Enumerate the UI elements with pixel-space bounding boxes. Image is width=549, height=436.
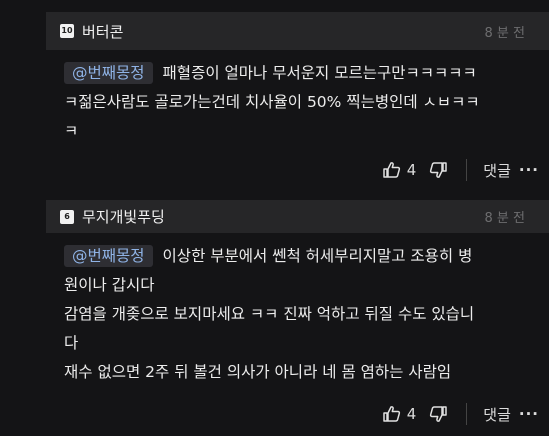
comment-line: ㅋ xyxy=(64,122,79,140)
reply-button[interactable]: 댓글 xyxy=(483,160,511,181)
mention-tag[interactable]: @번째몽정 xyxy=(64,245,153,267)
more-dots-icon[interactable]: ··· xyxy=(519,405,539,423)
author-name[interactable]: 버터콘 xyxy=(82,21,123,42)
timestamp: 8 분 전 xyxy=(484,211,525,226)
like-count: 4 xyxy=(406,405,417,423)
comment-line: 감염을 개좆으로 보지마세요 ㅋㅋ 진짜 억하고 뒤질 수도 있습니 xyxy=(64,305,475,323)
level-badge: 6 xyxy=(60,209,74,224)
divider xyxy=(466,159,468,181)
thumbs-up-icon[interactable] xyxy=(382,160,402,180)
comment-body: @번째몽정 이상한 부분에서 쎈척 허세부리지말고 조용히 병 원이나 갑시다 감… xyxy=(64,242,544,387)
comment-actions: 4 댓글 ··· xyxy=(382,157,539,183)
thumbs-down-icon[interactable] xyxy=(428,404,448,424)
comment-line: ㅋ젊은사람도 골로가는건데 치사율이 50% 찍는병인데 ㅅㅂㅋㅋ xyxy=(64,93,480,111)
comment-header: 6 무지개빛푸딩 8 분 전 xyxy=(46,200,549,233)
comment-line: 다 xyxy=(64,334,79,352)
author-name[interactable]: 무지개빛푸딩 xyxy=(82,206,165,227)
comment-line: 재수 없으면 2주 뒤 볼건 의사가 아니라 네 몸 염하는 사람임 xyxy=(64,363,452,381)
comment-line: 패혈증이 얼마나 무서운지 모르는구만ㅋㅋㅋㅋㅋ xyxy=(162,64,477,82)
reply-button[interactable]: 댓글 xyxy=(483,404,511,425)
level-badge: 10 xyxy=(60,24,74,38)
comment-header: 10 버터콘 8 분 전 xyxy=(46,12,549,50)
comment: 6 무지개빛푸딩 8 분 전 @번째몽정 이상한 부분에서 쎈척 허세부리지말고 … xyxy=(46,200,549,436)
mention-tag[interactable]: @번째몽정 xyxy=(64,62,153,84)
comment-body: @번째몽정 패혈증이 얼마나 무서운지 모르는구만ㅋㅋㅋㅋㅋ ㅋ젊은사람도 골로가… xyxy=(64,59,544,146)
timestamp: 8 분 전 xyxy=(484,25,525,41)
more-dots-icon[interactable]: ··· xyxy=(519,161,539,179)
comment-actions: 4 댓글 ··· xyxy=(382,401,539,427)
thumbs-up-icon[interactable] xyxy=(382,404,402,424)
divider xyxy=(466,403,468,425)
thumbs-down-icon[interactable] xyxy=(428,160,448,180)
comment-line: 이상한 부분에서 쎈척 허세부리지말고 조용히 병 xyxy=(162,247,473,265)
comment-line: 원이나 갑시다 xyxy=(64,276,155,294)
like-count: 4 xyxy=(406,161,417,179)
comment: 10 버터콘 8 분 전 @번째몽정 패혈증이 얼마나 무서운지 모르는구만ㅋㅋㅋ… xyxy=(46,0,549,200)
